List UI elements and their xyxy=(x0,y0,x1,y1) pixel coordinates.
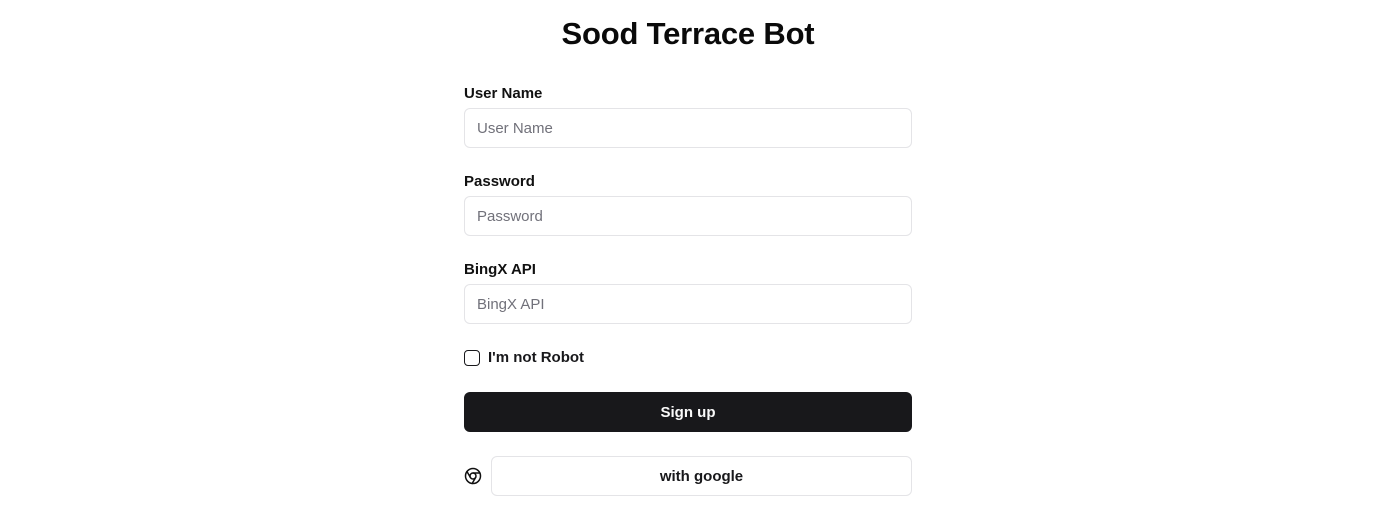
google-signin-button[interactable]: with google xyxy=(491,456,912,496)
signup-page: Sood Terrace Bot User Name Password Bing… xyxy=(0,0,1376,512)
google-signin-row: with google xyxy=(464,456,912,496)
signup-button[interactable]: Sign up xyxy=(464,392,912,432)
bingx-api-label: BingX API xyxy=(464,261,536,278)
bingx-api-field-group: BingX API xyxy=(464,260,912,324)
chrome-icon xyxy=(464,467,482,485)
robot-check-row: I'm not Robot xyxy=(464,348,584,368)
robot-checkbox-label[interactable]: I'm not Robot xyxy=(488,348,584,368)
username-label: User Name xyxy=(464,85,543,102)
page-title: Sood Terrace Bot xyxy=(561,16,815,51)
username-input[interactable] xyxy=(464,108,912,148)
robot-checkbox[interactable] xyxy=(464,350,480,366)
password-label: Password xyxy=(464,173,535,190)
bingx-api-input[interactable] xyxy=(464,284,912,324)
password-input[interactable] xyxy=(464,196,912,236)
username-field-group: User Name xyxy=(464,84,912,148)
password-field-group: Password xyxy=(464,172,912,236)
